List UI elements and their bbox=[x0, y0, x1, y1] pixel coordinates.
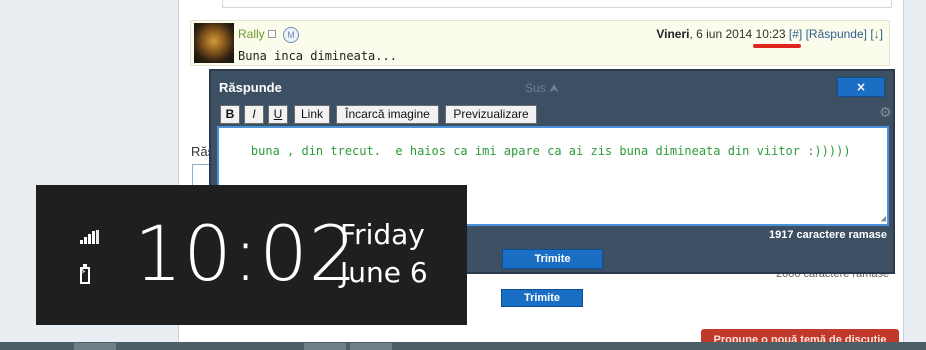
red-underline-annotation bbox=[752, 44, 801, 48]
post-meta: Vineri, 6 iun 2014 10:23 [#] [Răspunde] … bbox=[656, 27, 883, 48]
clock-day: Friday bbox=[340, 218, 425, 251]
preview-button[interactable]: Previzualizare bbox=[445, 105, 537, 124]
scroll-down-link[interactable]: [↓] bbox=[870, 27, 883, 41]
taskbar-item[interactable] bbox=[304, 343, 346, 350]
message-text: buna , din trecut. e haios ca imi apare … bbox=[250, 144, 851, 158]
submit-button[interactable]: Trimite bbox=[502, 249, 603, 269]
char-count: 1917 caractere ramase bbox=[769, 229, 888, 241]
post-time: 10:23 bbox=[755, 27, 786, 41]
taskbar-item[interactable] bbox=[350, 343, 392, 350]
post-username[interactable]: Rally bbox=[238, 27, 265, 41]
taskbar-item[interactable] bbox=[74, 343, 116, 350]
signal-icon bbox=[80, 230, 100, 244]
scroll-up-link[interactable]: Sus ⮝ bbox=[525, 81, 559, 96]
lock-clock-overlay: ⚡ 10:02 Friday June 6 bbox=[36, 185, 467, 325]
bold-button[interactable]: B bbox=[220, 105, 240, 124]
underline-button[interactable]: U bbox=[268, 105, 288, 124]
upload-image-button[interactable]: Încarcă imagine bbox=[336, 105, 439, 124]
right-gutter bbox=[904, 0, 926, 342]
background-submit-button[interactable]: Trimite bbox=[501, 289, 583, 307]
post-text: Buna inca dimineata... bbox=[238, 49, 397, 63]
popup-title: Răspunde bbox=[219, 80, 282, 95]
post-day: Vineri bbox=[656, 27, 690, 41]
taskbar bbox=[0, 342, 926, 350]
avatar[interactable] bbox=[194, 23, 234, 63]
forum-post: Rally M Vineri, 6 iun 2014 10:23 [#] [Ră… bbox=[190, 20, 890, 66]
previous-post-box bbox=[222, 0, 892, 8]
clock-time: 10:02 bbox=[134, 209, 359, 298]
post-time-wrap: 10:23 bbox=[752, 27, 801, 48]
link-button[interactable]: Link bbox=[294, 105, 330, 124]
settings-icon[interactable]: ⚙ bbox=[879, 105, 892, 121]
battery-charging-icon: ⚡ bbox=[78, 264, 94, 284]
permalink-link[interactable]: [#] bbox=[789, 27, 802, 41]
reply-link[interactable]: [Răspunde] bbox=[806, 27, 867, 41]
clock-date: June 6 bbox=[340, 256, 428, 289]
post-date: , 6 iun 2014 bbox=[689, 27, 756, 41]
resize-grip-icon[interactable]: ◢ bbox=[881, 215, 886, 224]
close-button[interactable]: × bbox=[837, 77, 885, 97]
italic-button[interactable]: I bbox=[244, 105, 264, 124]
offline-status-icon bbox=[268, 30, 276, 38]
medal-icon: M bbox=[283, 27, 299, 43]
